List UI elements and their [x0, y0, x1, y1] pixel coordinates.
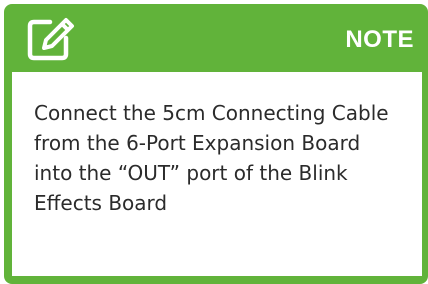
note-callout: NOTE Connect the 5cm Connecting Cable fr… — [4, 4, 428, 284]
note-title: NOTE — [345, 26, 414, 53]
edit-note-icon — [22, 10, 78, 66]
note-body: Connect the 5cm Connecting Cable from th… — [12, 72, 422, 276]
note-text: Connect the 5cm Connecting Cable from th… — [34, 101, 389, 215]
note-header: NOTE — [4, 4, 428, 72]
